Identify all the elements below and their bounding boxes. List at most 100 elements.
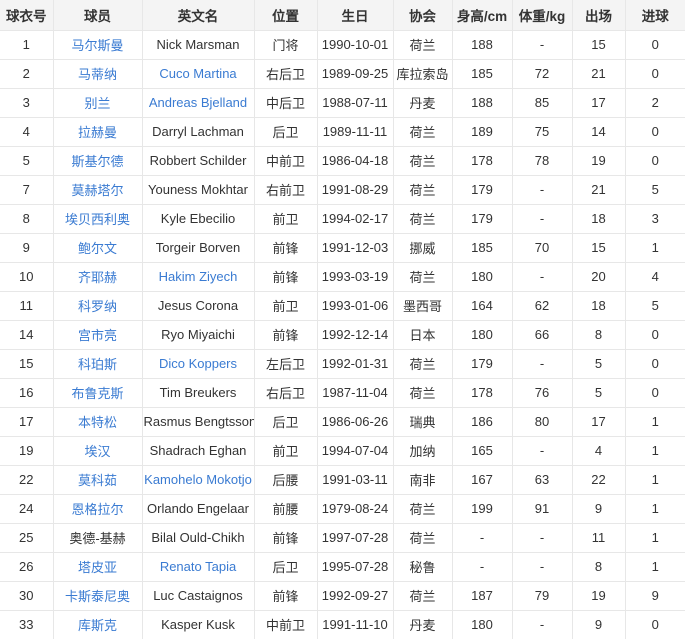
player-name-link[interactable]: 宫市亮 [78,328,117,343]
appearances-cell: 19 [572,581,625,610]
birthday-cell: 1987-11-04 [317,378,393,407]
player-name-link[interactable]: 本特松 [78,415,117,430]
player-name-cell: 宫市亮 [53,320,142,349]
header-player-name: 球员 [53,0,142,30]
goals-cell: 4 [625,262,685,291]
height-cell: 178 [452,146,512,175]
appearances-cell: 19 [572,146,625,175]
player-name-link[interactable]: 拉赫曼 [78,125,117,140]
player-name-link[interactable]: 马蒂纳 [78,67,117,82]
player-name-link[interactable]: 莫赫塔尔 [71,183,123,198]
birthday-cell: 1993-03-19 [317,262,393,291]
weight-cell: - [512,523,572,552]
appearances-cell: 5 [572,378,625,407]
nation-cell: 瑞典 [393,407,452,436]
jersey-number-cell: 19 [0,436,53,465]
weight-cell: 80 [512,407,572,436]
weight-cell: 63 [512,465,572,494]
player-name-cell: 莫科茹 [53,465,142,494]
english-name-cell: Tim Breukers [142,378,254,407]
height-cell: 187 [452,581,512,610]
birthday-cell: 1994-07-04 [317,436,393,465]
position-cell: 后卫 [254,117,317,146]
goals-cell: 0 [625,349,685,378]
birthday-cell: 1993-01-06 [317,291,393,320]
player-name-link[interactable]: 别兰 [84,96,110,111]
position-cell: 前卫 [254,291,317,320]
english-name-cell: Kasper Kusk [142,610,254,639]
player-name-link[interactable]: 埃汉 [84,444,110,459]
player-name-cell: 本特松 [53,407,142,436]
birthday-cell: 1992-09-27 [317,581,393,610]
position-cell: 前锋 [254,233,317,262]
nation-cell: 库拉索岛 [393,59,452,88]
position-cell: 左后卫 [254,349,317,378]
appearances-cell: 21 [572,175,625,204]
weight-cell: - [512,204,572,233]
table-row: 16布鲁克斯Tim Breukers右后卫1987-11-04荷兰1787650 [0,378,685,407]
birthday-cell: 1991-11-10 [317,610,393,639]
player-name-link[interactable]: 莫科茹 [78,473,117,488]
player-name-link[interactable]: 科珀斯 [78,357,117,372]
position-cell: 前锋 [254,262,317,291]
player-name-cell: 埃汉 [53,436,142,465]
birthday-cell: 1992-12-14 [317,320,393,349]
english-name-link[interactable]: Andreas Bjelland [149,95,247,110]
english-name-cell: Luc Castaignos [142,581,254,610]
jersey-number-cell: 24 [0,494,53,523]
nation-cell: 荷兰 [393,581,452,610]
player-name-link[interactable]: 斯基尔德 [71,154,123,169]
player-name-cell: 恩格拉尔 [53,494,142,523]
height-cell: 179 [452,349,512,378]
english-name-cell: Ryo Miyaichi [142,320,254,349]
goals-cell: 0 [625,320,685,349]
player-name-link[interactable]: 恩格拉尔 [71,502,123,517]
player-name-link[interactable]: 库斯克 [78,618,117,633]
player-name-link[interactable]: 齐耶赫 [78,270,117,285]
english-name-link[interactable]: Cuco Martina [159,66,236,81]
player-name-link[interactable]: 埃贝西利奥 [65,212,130,227]
position-cell: 前锋 [254,581,317,610]
english-name-link[interactable]: Hakim Ziyech [159,269,238,284]
english-name-link[interactable]: Kamohelo Mokotjo [144,472,252,487]
jersey-number-cell: 5 [0,146,53,175]
player-name-cell: 塔皮亚 [53,552,142,581]
player-name-link[interactable]: 科罗纳 [78,299,117,314]
table-row: 24恩格拉尔Orlando Engelaar前腰1979-08-24荷兰1999… [0,494,685,523]
header-english-name: 英文名 [142,0,254,30]
english-name-cell: Hakim Ziyech [142,262,254,291]
goals-cell: 0 [625,610,685,639]
table-row: 30卡斯泰尼奥Luc Castaignos前锋1992-09-27荷兰18779… [0,581,685,610]
player-name-link[interactable]: 塔皮亚 [78,560,117,575]
nation-cell: 丹麦 [393,610,452,639]
english-name-cell: Kamohelo Mokotjo [142,465,254,494]
position-cell: 前卫 [254,436,317,465]
player-name-link[interactable]: 布鲁克斯 [71,386,123,401]
height-cell: 188 [452,88,512,117]
player-name-cell: 鲍尔文 [53,233,142,262]
player-name-link[interactable]: 卡斯泰尼奥 [65,589,130,604]
position-cell: 后卫 [254,407,317,436]
player-name-cell: 别兰 [53,88,142,117]
birthday-cell: 1986-04-18 [317,146,393,175]
english-name-link[interactable]: Renato Tapia [160,559,236,574]
jersey-number-cell: 14 [0,320,53,349]
table-row: 9鲍尔文Torgeir Borven前锋1991-12-03挪威18570151 [0,233,685,262]
player-name-link[interactable]: 马尔斯曼 [71,38,123,53]
english-name-link[interactable]: Dico Koppers [159,356,237,371]
birthday-cell: 1994-02-17 [317,204,393,233]
english-name-cell: Robbert Schilder [142,146,254,175]
english-name-cell: Andreas Bjelland [142,88,254,117]
english-name-cell: Renato Tapia [142,552,254,581]
nation-cell: 日本 [393,320,452,349]
birthday-cell: 1989-11-11 [317,117,393,146]
birthday-cell: 1995-07-28 [317,552,393,581]
player-name-cell: 科珀斯 [53,349,142,378]
player-name-cell: 科罗纳 [53,291,142,320]
jersey-number-cell: 3 [0,88,53,117]
nation-cell: 荷兰 [393,494,452,523]
table-row: 5斯基尔德Robbert Schilder中前卫1986-04-18荷兰1787… [0,146,685,175]
player-name-link[interactable]: 鲍尔文 [78,241,117,256]
player-name-cell: 奥德-基赫 [53,523,142,552]
weight-cell: 75 [512,117,572,146]
